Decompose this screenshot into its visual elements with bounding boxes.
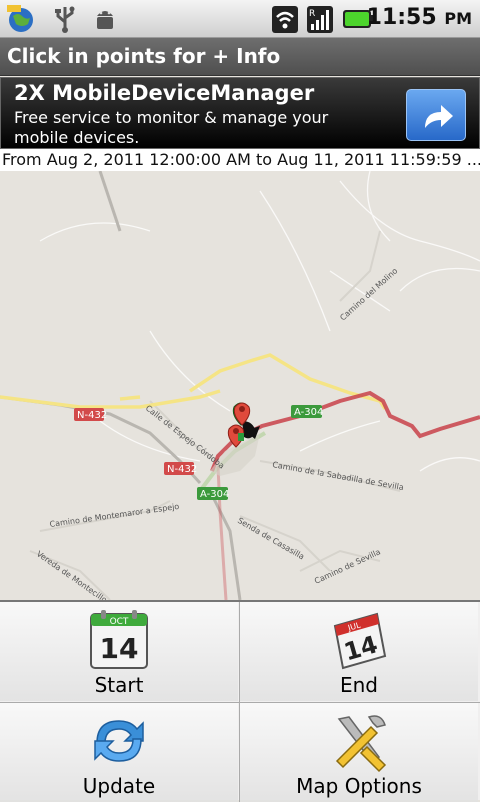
calendar-end-icon: JUL 14	[333, 612, 387, 670]
android-debug-icon	[97, 11, 113, 29]
status-bar: R 11:55 PM	[0, 0, 480, 38]
map-canvas[interactable]: N-432 N-432 A-304 A-304 Camino del Molin…	[0, 171, 480, 600]
ad-text: Free service to monitor & manage your mo…	[14, 108, 329, 147]
clock-time: 11:55	[366, 5, 437, 30]
calendar-day: 14	[100, 632, 139, 665]
map-view[interactable]: N-432 N-432 A-304 A-304 Camino del Molin…	[0, 171, 480, 600]
share-arrow-icon	[425, 105, 453, 128]
update-button[interactable]: Update	[0, 703, 238, 802]
calendar-month: OCT	[110, 617, 129, 627]
date-range: From Aug 2, 2011 12:00:00 AM to Aug 11, …	[0, 149, 480, 171]
refresh-icon	[94, 720, 144, 762]
app-globe-icon	[7, 5, 33, 32]
ad-title: 2X MobileDeviceManager	[14, 81, 315, 105]
start-button[interactable]: OCT 14 Start	[0, 602, 238, 701]
road-badge-n432-a: N-432	[77, 410, 107, 421]
end-button[interactable]: JUL 14 End	[240, 602, 478, 701]
road-badge-n432-b: N-432	[167, 464, 197, 475]
clock-ampm: PM	[444, 9, 472, 28]
page-title: Click in points for + Info	[7, 44, 281, 68]
svg-text:R: R	[309, 9, 315, 19]
map-options-button[interactable]: Map Options	[240, 703, 478, 802]
start-label: Start	[94, 673, 144, 697]
ad-banner[interactable]: 2X MobileDeviceManager Free service to m…	[0, 77, 480, 149]
update-label: Update	[82, 774, 156, 798]
wifi-icon	[272, 6, 298, 33]
end-label: End	[339, 673, 378, 697]
title-bar: Click in points for + Info	[0, 38, 480, 76]
calendar-icon: OCT 14	[90, 610, 148, 669]
road-badge-a304-a: A-304	[294, 407, 323, 418]
signal-icon: R	[307, 6, 333, 33]
clock: 11:55 PM	[367, 5, 472, 30]
ad-share-button[interactable]	[406, 89, 466, 141]
tools-icon	[335, 715, 387, 773]
road-badge-a304-b: A-304	[200, 489, 229, 500]
options-menu: OCT 14 Start JUL 14 End Update Map Optio…	[0, 600, 480, 802]
menu-divider-horizontal	[0, 702, 480, 703]
map-options-label: Map Options	[296, 774, 422, 798]
usb-icon	[55, 6, 75, 33]
